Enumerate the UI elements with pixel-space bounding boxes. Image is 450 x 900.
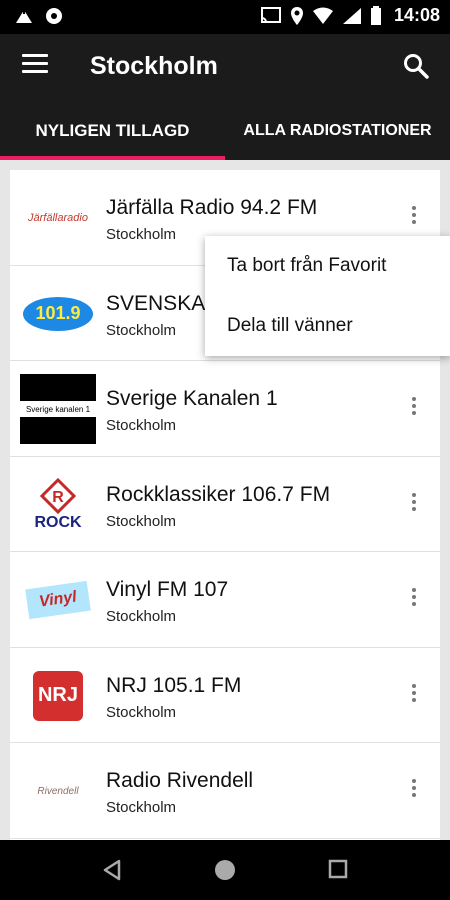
svg-text:R: R (52, 489, 64, 506)
tab-bar: NYLIGEN TILLAGD ALLA RADIOSTATIONER (0, 102, 450, 160)
station-name: Järfälla Radio 94.2 FM (106, 196, 318, 219)
search-icon[interactable] (402, 52, 430, 80)
station-city: Stockholm (106, 608, 177, 625)
station-logo: 101.9 (20, 278, 96, 349)
logo-text: Rivendell (37, 785, 79, 797)
station-name: Radio Rivendell (106, 769, 254, 792)
clock: 14:08 (393, 5, 440, 25)
wifi-icon (312, 7, 333, 24)
notification-icon (16, 8, 32, 23)
station-logo: NRJ (20, 661, 96, 731)
share-menu-item[interactable]: Dela till vänner (205, 296, 450, 356)
station-name: SVENSKA (106, 291, 206, 315)
station-name: Rockklassiker 106.7 FM (106, 482, 331, 506)
logo-text: 101.9 (35, 303, 81, 323)
rock-logo-icon: R (40, 477, 76, 514)
station-logo: Vinyl (20, 565, 96, 635)
overflow-menu-icon[interactable] (410, 397, 418, 421)
page-title: Stockholm (90, 52, 218, 80)
battery-icon (370, 5, 381, 25)
app-bar: Stockholm (0, 34, 450, 102)
station-name: Sverige Kanalen 1 (106, 387, 278, 410)
remove-favorite-menu-item[interactable]: Ta bort från Favorit (205, 236, 450, 296)
home-icon[interactable] (213, 858, 237, 882)
logo-text: Järfällaradio (28, 212, 88, 224)
station-row[interactable]: Vinyl Vinyl FM 107 Stockholm (10, 552, 440, 648)
station-city: Stockholm (106, 799, 177, 816)
station-row[interactable]: Sverige kanalen 1 Sverige Kanalen 1 Stoc… (10, 361, 440, 457)
station-logo: Rivendell (20, 756, 96, 826)
system-nav-bar (0, 840, 450, 900)
station-city: Stockholm (106, 417, 177, 434)
station-name: Vinyl FM 107 (106, 578, 229, 601)
station-logo: R ROCK (20, 470, 96, 540)
sync-icon (46, 8, 62, 24)
signal-icon (342, 7, 361, 24)
overflow-menu-icon[interactable] (410, 588, 418, 612)
overflow-menu-icon[interactable] (410, 779, 418, 803)
station-row[interactable]: Rivendell Radio Rivendell Stockholm (10, 743, 440, 839)
station-row[interactable]: NRJ NRJ 105.1 FM Stockholm (10, 648, 440, 743)
station-name: NRJ 105.1 FM (106, 673, 242, 697)
station-logo: Sverige kanalen 1 (20, 374, 96, 444)
station-city: Stockholm (106, 512, 177, 530)
back-icon[interactable] (100, 858, 124, 882)
logo-text: NRJ (37, 684, 78, 706)
tab-recently-added[interactable]: NYLIGEN TILLAGD (0, 102, 225, 160)
cast-icon (260, 6, 281, 23)
station-city: Stockholm (106, 321, 177, 339)
station-row[interactable]: R ROCK Rockklassiker 106.7 FM Stockholm (10, 457, 440, 552)
status-bar: 14:08 (0, 0, 450, 34)
logo-text: Sverige kanalen 1 (25, 404, 91, 414)
logo-text: Vinyl (38, 588, 78, 611)
context-menu: Ta bort från Favorit Dela till vänner (205, 236, 450, 356)
hamburger-menu-icon[interactable] (22, 54, 48, 74)
overflow-menu-icon[interactable] (410, 683, 418, 708)
station-logo: Järfällaradio (20, 183, 96, 253)
station-city: Stockholm (106, 226, 177, 243)
tab-all-stations[interactable]: ALLA RADIOSTATIONER (225, 102, 450, 160)
location-icon (290, 6, 303, 25)
overflow-menu-icon[interactable] (410, 492, 418, 517)
station-city: Stockholm (106, 703, 177, 721)
logo-text: ROCK (34, 513, 82, 531)
overflow-menu-icon[interactable] (410, 206, 418, 230)
recents-icon[interactable] (327, 858, 349, 880)
